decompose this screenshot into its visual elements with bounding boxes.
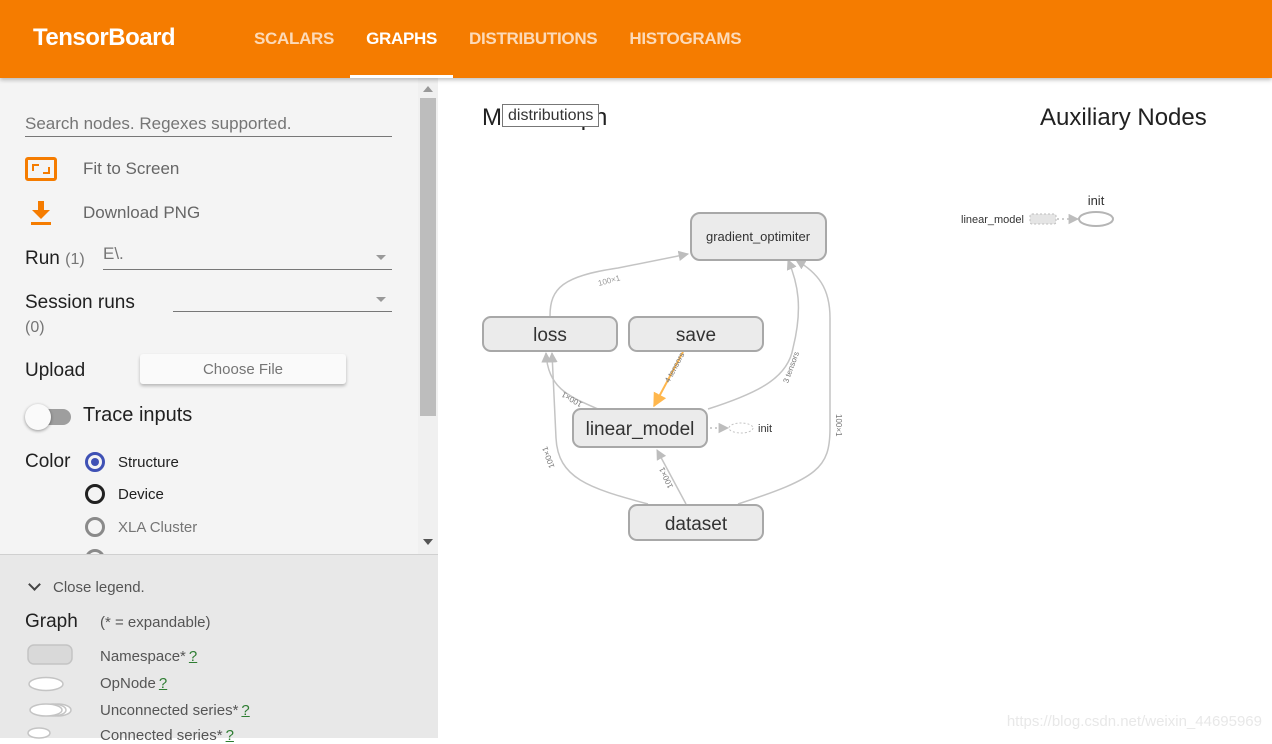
run-select[interactable]: E\.	[103, 244, 392, 270]
node-init-ref[interactable]: init	[728, 422, 772, 435]
legend-label: Namespace*	[100, 648, 186, 665]
node-loss[interactable]: loss	[482, 316, 618, 352]
node-label: dataset	[665, 514, 728, 535]
close-legend-button[interactable]: Close legend.	[28, 578, 145, 596]
sidebar: Fit to Screen Download PNG Run (1) E\. S…	[0, 78, 438, 554]
radio-label: XLA Cluster	[118, 518, 198, 536]
scroll-down-arrow-icon[interactable]	[423, 539, 433, 545]
legend-item-opnode: OpNode?	[100, 675, 167, 692]
run-count: (1)	[65, 251, 85, 268]
toggle-knob	[25, 404, 51, 430]
sidebar-scrollbar[interactable]	[418, 78, 438, 554]
node-label: init	[758, 423, 772, 435]
namespace-shape-icon	[27, 644, 73, 665]
tab-histograms[interactable]: HISTOGRAMS	[613, 0, 757, 78]
watermark: https://blog.csdn.net/weixin_44695969	[1006, 713, 1262, 730]
legend-item-unconnected-series: Unconnected series*?	[100, 702, 250, 719]
legend-graph-note: (* = expandable)	[100, 614, 211, 631]
radio-unselected-icon	[85, 484, 105, 504]
color-radio-xla-cluster[interactable]: XLA Cluster	[85, 517, 197, 537]
aux-node-init[interactable]: init	[1078, 193, 1114, 227]
graph-canvas[interactable]: Main Graph distributions Auxiliary Nodes…	[438, 78, 1272, 738]
app-title: TensorBoard	[33, 24, 176, 51]
download-png-label: Download PNG	[83, 203, 201, 222]
upload-label: Upload	[25, 360, 86, 381]
edge-label: 4 tensors	[663, 351, 686, 384]
run-select-value: E\.	[103, 244, 124, 263]
download-icon	[25, 200, 57, 226]
radio-unselected-icon	[85, 517, 105, 537]
color-radio-structure[interactable]: Structure	[85, 452, 179, 472]
radio-selected-icon	[85, 452, 105, 472]
close-legend-label: Close legend.	[53, 579, 145, 596]
chevron-down-icon	[28, 578, 41, 591]
search-nodes-input[interactable]	[25, 112, 392, 137]
aux-target-label: init	[1088, 193, 1105, 208]
node-dataset[interactable]: dataset	[628, 504, 764, 541]
edge-label: 100×1	[560, 389, 584, 408]
help-link[interactable]: ?	[241, 702, 249, 719]
radio-label: Structure	[118, 453, 179, 471]
session-runs-select[interactable]	[173, 286, 392, 312]
scroll-up-arrow-icon[interactable]	[423, 86, 433, 92]
edge-loss-to-gradient	[549, 250, 690, 317]
edge-label: 100×1	[597, 273, 622, 288]
help-link[interactable]: ?	[226, 727, 234, 744]
trace-inputs-label: Trace inputs	[83, 404, 193, 426]
session-runs-label: Session runs	[25, 292, 135, 313]
node-label: gradient_optimiter	[706, 229, 811, 244]
tab-scalars[interactable]: SCALARS	[238, 0, 350, 78]
dropdown-caret-icon	[376, 255, 386, 260]
run-label: Run (1)	[25, 248, 85, 270]
aux-node-linear-model[interactable]: linear_model	[961, 213, 1080, 226]
color-radio-device[interactable]: Device	[85, 484, 164, 504]
fit-to-screen-button[interactable]: Fit to Screen	[25, 157, 179, 181]
fit-screen-icon	[25, 157, 57, 181]
color-label: Color	[25, 451, 71, 472]
radio-label: Device	[118, 485, 164, 503]
run-label-text: Run	[25, 248, 60, 269]
nav-tabs: SCALARS GRAPHS DISTRIBUTIONS HISTOGRAMS	[238, 0, 757, 78]
edge-label: 100×1	[834, 414, 843, 437]
legend-graph-title: Graph	[25, 611, 78, 632]
connected-series-shape-icon	[27, 727, 51, 739]
legend-label: OpNode	[100, 675, 156, 692]
session-runs-count: (0)	[25, 319, 45, 336]
edge-label: 100×1	[540, 445, 556, 470]
tab-distributions[interactable]: DISTRIBUTIONS	[453, 0, 613, 78]
legend-label: Unconnected series*	[100, 702, 239, 719]
aux-source-label: linear_model	[961, 214, 1024, 226]
node-save[interactable]: save	[628, 316, 764, 352]
help-link[interactable]: ?	[159, 675, 167, 692]
node-label: loss	[533, 325, 567, 346]
fit-to-screen-label: Fit to Screen	[83, 159, 180, 178]
legend-shapes	[27, 644, 73, 739]
trace-inputs-toggle[interactable]	[25, 404, 71, 430]
node-gradient-optimiter[interactable]: gradient_optimiter	[690, 212, 827, 261]
legend-item-connected-series: Connected series*?	[100, 727, 234, 744]
graph-svg: 100×1 4 tensors 3 tensors 100×1 100×1 10…	[482, 193, 1114, 541]
top-bar: TensorBoard SCALARS GRAPHS DISTRIBUTIONS…	[0, 0, 1272, 78]
help-link[interactable]: ?	[189, 648, 197, 665]
node-linear-model[interactable]: linear_model	[572, 408, 708, 448]
legend-label: Connected series*	[100, 727, 223, 744]
tab-graphs[interactable]: GRAPHS	[350, 0, 453, 78]
legend-panel: Close legend. Graph (* = expandable) Nam…	[0, 554, 438, 744]
legend-item-namespace: Namespace*?	[100, 648, 197, 665]
scrollbar-thumb[interactable]	[420, 98, 436, 416]
download-png-button[interactable]: Download PNG	[25, 200, 200, 226]
node-label: save	[676, 325, 716, 346]
choose-file-button[interactable]: Choose File	[140, 354, 346, 384]
node-label: linear_model	[586, 419, 695, 440]
dropdown-caret-icon	[376, 297, 386, 302]
opnode-shape-icon	[28, 676, 64, 692]
